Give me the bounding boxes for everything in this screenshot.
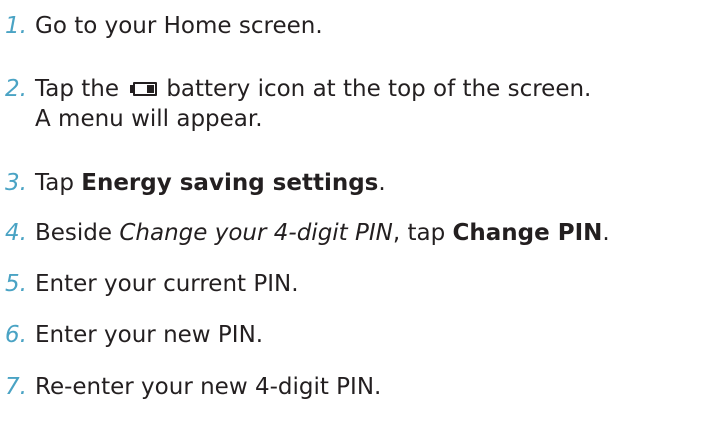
step-text-before: Tap the	[35, 76, 119, 102]
step-bold-text: Change PIN	[452, 220, 603, 246]
step-text-middle: , tap	[392, 220, 446, 246]
step-bold-text: Energy saving settings	[81, 170, 379, 196]
step-text-before: Beside	[35, 220, 113, 246]
step-number: 7.	[5, 374, 27, 400]
step-6: 6. Enter your new PIN.	[5, 320, 714, 350]
step-number: 5.	[5, 271, 27, 297]
instruction-list: 1. Go to your Home screen. 2. Tap the batt…	[0, 0, 714, 422]
step-1: 1. Go to your Home screen.	[5, 11, 714, 41]
step-number: 2.	[5, 76, 27, 102]
step-text: Re-enter your new 4-digit PIN.	[35, 374, 382, 400]
step-text: Go to your Home screen.	[35, 13, 323, 39]
step-4: 4. Beside Change your 4-digit PIN, tap Ch…	[5, 218, 714, 248]
step-number: 6.	[5, 322, 27, 348]
step-text-line2: A menu will appear.	[35, 106, 263, 132]
step-text-after: .	[378, 170, 386, 196]
step-text: Enter your current PIN.	[35, 271, 299, 297]
step-number: 3.	[5, 170, 27, 196]
step-text: Enter your new PIN.	[35, 322, 264, 348]
step-3: 3. Tap Energy saving settings.	[5, 168, 714, 198]
step-5: 5. Enter your current PIN.	[5, 269, 714, 299]
step-text-after: .	[602, 220, 610, 246]
step-italic-text: Change your 4-digit PIN	[119, 220, 393, 246]
battery-icon	[130, 81, 160, 99]
step-2: 2. Tap the battery icon at the top of the…	[5, 74, 714, 134]
step-text-before: Tap	[35, 170, 74, 196]
step-7: 7. Re-enter your new 4-digit PIN.	[5, 372, 714, 402]
step-text-after: battery icon at the top of the screen.	[166, 76, 592, 102]
step-number: 1.	[5, 13, 27, 39]
step-number: 4.	[5, 220, 27, 246]
